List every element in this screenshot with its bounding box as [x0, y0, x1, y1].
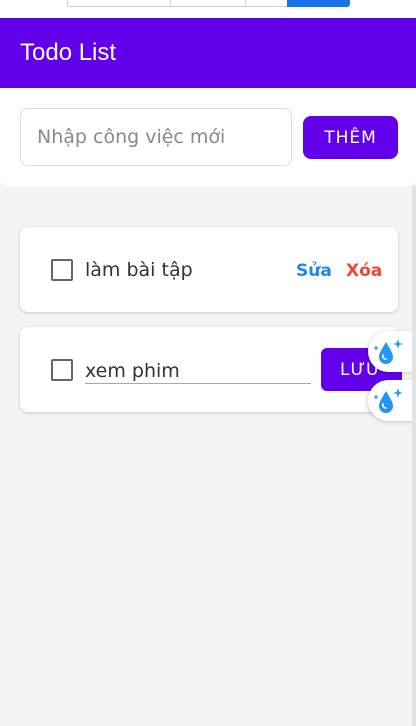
todo-item-editing: LƯU — [20, 327, 402, 412]
segment-tab[interactable] — [170, 0, 246, 7]
todo-text: làm bài tập — [85, 259, 193, 281]
todo-checkbox[interactable] — [51, 359, 73, 381]
app-bar: Todo List — [0, 18, 416, 88]
segment-tab[interactable] — [245, 0, 288, 7]
add-todo-panel: THÊM — [0, 88, 416, 186]
edit-button[interactable]: Sửa — [296, 261, 332, 281]
add-button[interactable]: THÊM — [303, 116, 398, 159]
page-title: Todo List — [20, 39, 117, 66]
segment-tab[interactable] — [67, 0, 171, 7]
floating-action-bubble[interactable] — [368, 331, 416, 372]
new-todo-input[interactable] — [20, 108, 292, 166]
water-sparkle-icon — [373, 338, 403, 364]
water-sparkle-icon — [373, 387, 403, 413]
todo-edit-input[interactable] — [85, 359, 311, 384]
segment-tab-active[interactable] — [287, 0, 350, 7]
floating-action-bubble[interactable] — [368, 380, 416, 421]
top-segment-strip — [0, 0, 416, 18]
scrollbar-track[interactable] — [412, 186, 416, 726]
todo-item: làm bài tập Sửa Xóa — [20, 227, 398, 312]
delete-button[interactable]: Xóa — [346, 261, 382, 281]
todo-checkbox[interactable] — [51, 259, 73, 281]
